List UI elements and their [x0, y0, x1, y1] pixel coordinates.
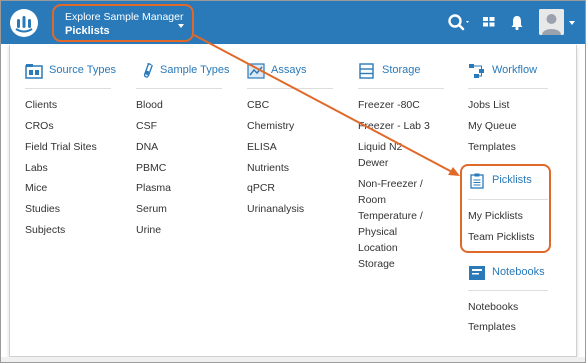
menu-link-my-queue[interactable]: My Queue: [468, 119, 516, 133]
menu-context-label: Explore Sample Manager: [65, 11, 184, 23]
menu-link-notebook-templates[interactable]: Templates: [468, 320, 516, 334]
menu-link-field-trial-sites[interactable]: Field Trial Sites: [25, 140, 97, 154]
menu-link-clients[interactable]: Clients: [25, 98, 57, 112]
page-background-strip: [1, 357, 585, 362]
source-types-icon: [25, 64, 43, 79]
menu-link-cbc[interactable]: CBC: [247, 98, 269, 112]
menu-link-qpcr[interactable]: qPCR: [247, 181, 275, 195]
menu-link-serum[interactable]: Serum: [136, 202, 167, 216]
menu-link-liquid-n2[interactable]: Liquid N2: [358, 140, 402, 154]
menu-link-jobs-list[interactable]: Jobs List: [468, 98, 509, 112]
test-tube-icon: [143, 63, 153, 78]
menu-link-urine[interactable]: Urine: [136, 223, 161, 237]
assay-chart-icon: [247, 63, 265, 79]
explore-menu-button[interactable]: Explore Sample Manager Picklists: [52, 4, 194, 42]
menu-link-pbmc[interactable]: PBMC: [136, 161, 166, 175]
menu-link-labs[interactable]: Labs: [25, 161, 48, 175]
divider: [468, 88, 548, 89]
menu-link-physical-location-cont[interactable]: Storage: [358, 257, 395, 271]
workflow-icon: [469, 64, 484, 78]
menu-link-notebooks[interactable]: Notebooks: [468, 300, 518, 314]
menu-link-nutrients[interactable]: Nutrients: [247, 161, 289, 175]
menu-link-workflow-templates[interactable]: Templates: [468, 140, 516, 154]
divider: [136, 88, 222, 89]
menu-link-non-freezer[interactable]: Non-Freezer /: [358, 177, 423, 191]
menu-link-mice[interactable]: Mice: [25, 181, 47, 195]
top-nav-bar: Explore Sample Manager Picklists: [1, 1, 585, 44]
user-avatar[interactable]: [539, 9, 564, 35]
search-icon: [448, 14, 469, 31]
logo-icon: [15, 16, 33, 33]
menu-link-non-freezer-cont[interactable]: Room: [358, 193, 386, 207]
menu-link-non-freezer-cont[interactable]: Temperature /: [358, 209, 423, 223]
apps-button[interactable]: [478, 1, 500, 44]
notebook-icon: [469, 266, 485, 280]
menu-link-studies[interactable]: Studies: [25, 202, 60, 216]
divider: [247, 88, 333, 89]
storage-icon: [359, 63, 374, 79]
user-avatar-icon: [539, 9, 564, 35]
divider: [358, 88, 444, 89]
menu-link-elisa[interactable]: ELISA: [247, 140, 277, 154]
grid-icon: [483, 17, 495, 27]
picklists-highlight-callout: [460, 164, 551, 253]
menu-link-freezer-80c[interactable]: Freezer -80C: [358, 98, 420, 112]
menu-link-chemistry[interactable]: Chemistry: [247, 119, 294, 133]
menu-link-dna[interactable]: DNA: [136, 140, 158, 154]
divider: [25, 88, 111, 89]
menu-link-cros[interactable]: CROs: [25, 119, 54, 133]
menu-link-subjects[interactable]: Subjects: [25, 223, 65, 237]
search-button[interactable]: [443, 1, 473, 44]
menu-link-physical-location-cont[interactable]: Location: [358, 241, 398, 255]
menu-link-urinanalysis[interactable]: Urinanalysis: [247, 202, 304, 216]
menu-heading-workflow[interactable]: Workflow: [468, 63, 548, 81]
menu-heading-notebooks[interactable]: Notebooks: [468, 265, 548, 283]
app-logo[interactable]: [10, 9, 38, 37]
divider: [468, 290, 548, 291]
app-window: Explore Sample Manager Picklists Source …: [0, 0, 586, 363]
menu-link-liquid-n2-cont[interactable]: Dewer: [358, 156, 388, 170]
menu-link-freezer-lab-3[interactable]: Freezer - Lab 3: [358, 119, 430, 133]
chevron-down-icon[interactable]: [569, 21, 575, 25]
chevron-down-icon: [178, 24, 184, 28]
menu-link-csf[interactable]: CSF: [136, 119, 157, 133]
menu-current-page: Picklists: [65, 25, 110, 37]
menu-heading-sample-types[interactable]: Sample Types: [136, 63, 236, 81]
menu-heading-storage[interactable]: Storage: [358, 63, 428, 81]
menu-link-plasma[interactable]: Plasma: [136, 181, 171, 195]
menu-link-blood[interactable]: Blood: [136, 98, 163, 112]
menu-heading-source-types[interactable]: Source Types: [25, 63, 123, 81]
menu-link-physical-location[interactable]: Physical: [358, 225, 397, 239]
bell-icon: [511, 16, 523, 31]
menu-heading-assays[interactable]: Assays: [247, 63, 317, 81]
notifications-button[interactable]: [506, 1, 528, 44]
